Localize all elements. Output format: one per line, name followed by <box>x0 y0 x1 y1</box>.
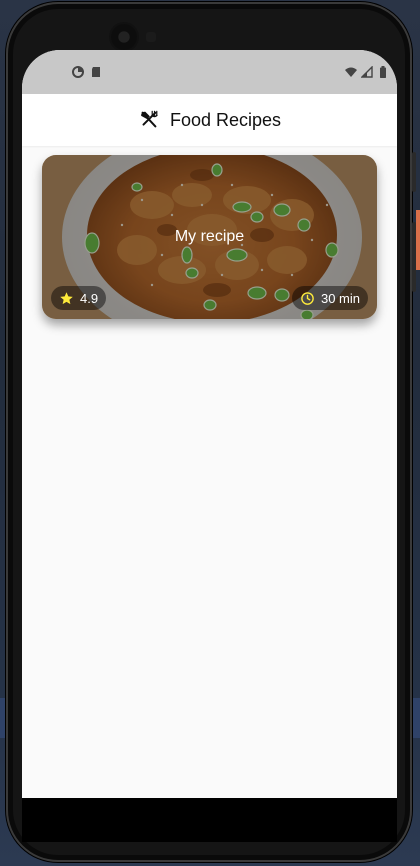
clock-icon <box>301 291 314 305</box>
volume-button[interactable] <box>412 152 416 192</box>
data-saver-icon <box>72 66 84 78</box>
phone-screen: Food Recipes My recipe 4.9 30 min <box>22 50 397 798</box>
star-icon <box>60 291 73 304</box>
sd-card-icon <box>92 67 100 77</box>
recipe-card[interactable]: My recipe 4.9 30 min <box>42 155 377 319</box>
battery-icon <box>380 66 386 78</box>
app-bar: Food Recipes <box>22 94 397 146</box>
backdrop-accent <box>416 210 420 270</box>
recipe-list: My recipe 4.9 30 min <box>22 146 397 319</box>
app-title: Food Recipes <box>169 109 282 130</box>
navigation-bar <box>22 798 397 842</box>
status-bar <box>22 50 397 94</box>
status-left-icons <box>72 66 102 78</box>
cook-time-chip: 30 min <box>291 286 368 310</box>
rating-chip: 4.9 <box>51 286 107 310</box>
cellular-signal-icon <box>361 66 373 78</box>
status-right-icons <box>345 66 389 78</box>
rating-value: 4.9 <box>80 290 99 306</box>
power-button[interactable] <box>412 222 416 292</box>
restaurant-icon <box>141 110 158 128</box>
wifi-icon <box>345 67 357 77</box>
sensor <box>146 32 156 42</box>
front-camera <box>111 24 137 50</box>
cook-time-value: 30 min <box>320 290 360 306</box>
recipe-title: My recipe <box>174 228 245 245</box>
